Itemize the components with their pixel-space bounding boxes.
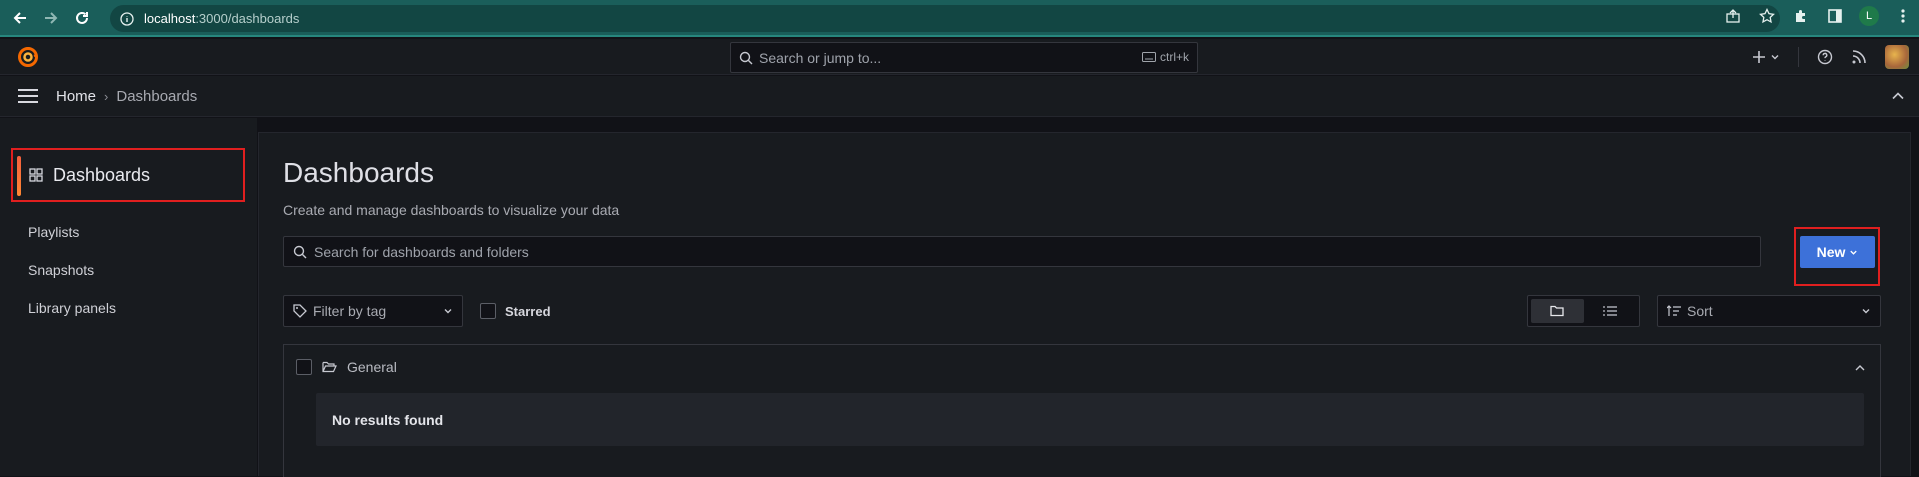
view-mode-toggle — [1527, 295, 1640, 327]
page-title: Dashboards — [283, 157, 434, 188]
sort-select[interactable]: Sort — [1657, 295, 1881, 327]
browser-toolbar: localhost:3000/dashboards L — [0, 0, 1919, 37]
toolbar-divider — [1798, 47, 1799, 67]
sidebar-header-dashboards[interactable]: Dashboards — [11, 148, 245, 202]
breadcrumb: Home › Dashboards — [56, 88, 197, 105]
chevron-down-icon — [1850, 250, 1858, 255]
empty-results-box: No results found — [316, 393, 1864, 446]
filter-by-tag-select[interactable]: Filter by tag — [283, 295, 463, 327]
grafana-logo-icon[interactable] — [17, 46, 39, 68]
chevron-down-icon — [1862, 309, 1870, 314]
user-avatar[interactable] — [1885, 45, 1909, 69]
sidebar-item-snapshots[interactable]: Snapshots — [28, 262, 94, 278]
folder-name[interactable]: General — [347, 359, 397, 375]
address-bar[interactable]: localhost:3000/dashboards — [110, 5, 1780, 32]
sidebar-item-library-panels[interactable]: Library panels — [28, 300, 116, 316]
browser-menu-icon[interactable] — [1893, 6, 1913, 26]
side-panel-icon[interactable] — [1825, 6, 1845, 26]
profile-avatar[interactable]: L — [1859, 6, 1879, 26]
news-rss-icon[interactable] — [1851, 49, 1867, 65]
chevron-up-icon[interactable] — [1854, 361, 1866, 379]
sidebar-item-playlists[interactable]: Playlists — [28, 224, 79, 240]
url-text: localhost:3000/dashboards — [144, 11, 299, 26]
sort-icon — [1667, 305, 1681, 316]
breadcrumb-current: Dashboards — [116, 88, 198, 105]
forward-arrow-icon[interactable] — [40, 7, 62, 29]
help-icon[interactable] — [1817, 49, 1833, 65]
top-navbar: Search or jump to... ctrl+k — [0, 39, 1919, 75]
chevron-down-icon — [1771, 55, 1779, 60]
breadcrumb-bar: Home › Dashboards — [0, 76, 1919, 117]
list-icon — [1602, 306, 1617, 316]
chevron-down-icon — [444, 309, 452, 314]
folder-icon — [1550, 305, 1564, 317]
new-button[interactable]: New — [1800, 236, 1875, 268]
tag-icon — [293, 304, 307, 318]
share-icon[interactable] — [1723, 6, 1743, 26]
folder-section-general: General No results found — [283, 344, 1881, 477]
sidebar-header-label: Dashboards — [53, 164, 151, 185]
bookmark-star-icon[interactable] — [1757, 6, 1777, 26]
shortcut-hint: ctrl+k — [1141, 50, 1189, 64]
section-sidebar: Dashboards Playlists Snapshots Library p… — [0, 118, 257, 476]
info-icon[interactable] — [120, 11, 134, 26]
reload-icon[interactable] — [71, 7, 93, 29]
empty-results-message: No results found — [332, 411, 444, 428]
folder-select-checkbox[interactable] — [296, 359, 312, 375]
plus-icon — [1753, 51, 1765, 63]
url-path: :3000/dashboards — [195, 11, 300, 26]
search-icon — [293, 245, 307, 258]
hamburger-menu-icon[interactable] — [18, 89, 38, 108]
url-host: localhost — [144, 11, 196, 26]
breadcrumb-separator: › — [104, 89, 109, 104]
sort-placeholder: Sort — [1687, 303, 1713, 319]
apps-grid-icon — [29, 168, 43, 182]
global-search-placeholder: Search or jump to... — [759, 49, 882, 66]
list-view-button[interactable] — [1584, 299, 1637, 323]
search-icon — [739, 51, 753, 64]
keyboard-icon — [1141, 52, 1156, 62]
global-search-input[interactable]: Search or jump to... ctrl+k — [730, 42, 1198, 73]
filter-by-tag-placeholder: Filter by tag — [313, 303, 387, 319]
new-button-label: New — [1816, 244, 1846, 260]
starred-label: Starred — [505, 303, 551, 319]
chevron-up-icon[interactable] — [1891, 89, 1905, 108]
dashboard-search-placeholder: Search for dashboards and folders — [314, 243, 529, 260]
page-subtitle: Create and manage dashboards to visualiz… — [283, 202, 620, 218]
starred-filter[interactable]: Starred — [480, 303, 551, 319]
shortcut-text: ctrl+k — [1159, 50, 1189, 64]
folder-view-button[interactable] — [1531, 299, 1584, 323]
dashboards-main-panel: Dashboards Create and manage dashboards … — [258, 132, 1911, 477]
add-new-button[interactable] — [1751, 49, 1780, 65]
starred-checkbox[interactable] — [480, 303, 496, 319]
active-indicator — [17, 156, 21, 196]
folder-open-icon — [322, 361, 337, 373]
dashboard-search-input[interactable]: Search for dashboards and folders — [283, 236, 1761, 267]
extensions-puzzle-icon[interactable] — [1791, 6, 1811, 26]
back-arrow-icon[interactable] — [9, 7, 31, 29]
breadcrumb-home[interactable]: Home — [56, 88, 96, 105]
